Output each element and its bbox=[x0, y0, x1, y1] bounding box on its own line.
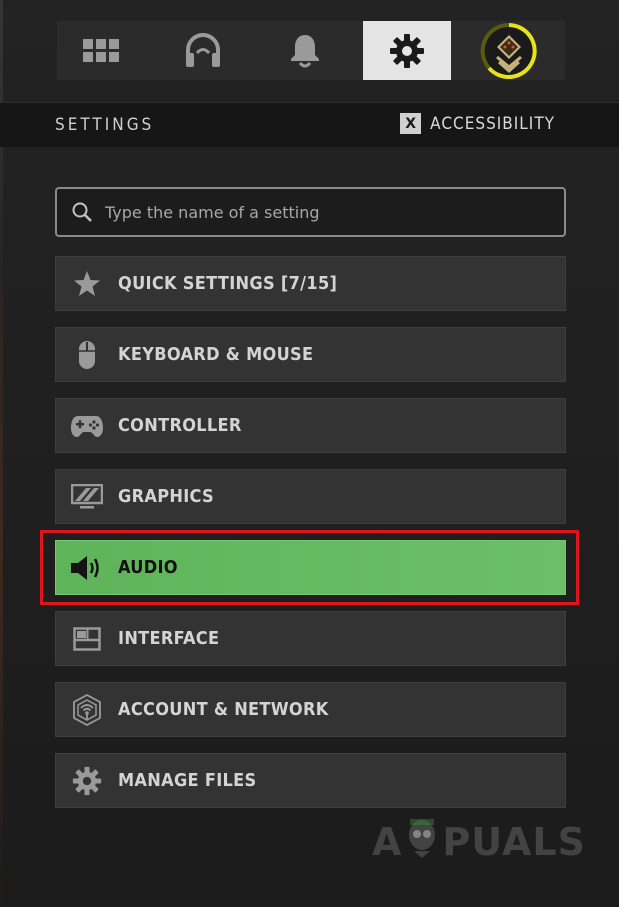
accessibility-label: ACCESSIBILITY bbox=[430, 113, 555, 134]
settings-header: SETTINGS X ACCESSIBILITY bbox=[0, 102, 619, 147]
menu-item-label: CONTROLLER bbox=[118, 415, 242, 436]
tab-settings[interactable] bbox=[363, 21, 451, 80]
page-title: SETTINGS bbox=[55, 115, 155, 135]
gamepad-icon bbox=[56, 414, 118, 438]
rank-badge-icon bbox=[480, 22, 537, 79]
gear-icon bbox=[56, 766, 118, 796]
mouse-icon bbox=[56, 340, 118, 370]
mascot-icon bbox=[404, 815, 440, 868]
search-icon bbox=[71, 201, 93, 223]
star-icon bbox=[56, 270, 118, 298]
watermark-text-right: PUALS bbox=[442, 819, 586, 864]
menu-item-keyboard-mouse[interactable]: KEYBOARD & MOUSE bbox=[55, 327, 566, 382]
settings-screen: SETTINGS X ACCESSIBILITY QUICK SETTINGS … bbox=[0, 0, 619, 907]
watermark-text-left: A bbox=[372, 819, 403, 864]
menu-item-account-network[interactable]: ACCOUNT & NETWORK bbox=[55, 682, 566, 737]
menu-item-manage-files[interactable]: MANAGE FILES bbox=[55, 753, 566, 808]
key-x-icon: X bbox=[400, 113, 422, 134]
network-icon bbox=[56, 693, 118, 726]
menu-item-label: ACCOUNT & NETWORK bbox=[118, 699, 329, 720]
tab-menu-grid[interactable] bbox=[57, 21, 145, 80]
tab-profile-rank[interactable] bbox=[465, 21, 553, 80]
menu-item-interface[interactable]: INTERFACE bbox=[55, 611, 566, 666]
menu-item-label: QUICK SETTINGS [7/15] bbox=[118, 273, 338, 294]
headset-icon bbox=[186, 32, 220, 67]
top-navigation-bar bbox=[57, 21, 565, 80]
audio-highlight-annotation bbox=[40, 530, 579, 605]
settings-search[interactable] bbox=[55, 187, 566, 237]
menu-item-label: GRAPHICS bbox=[118, 486, 215, 507]
tab-notifications[interactable] bbox=[261, 21, 349, 80]
menu-item-graphics[interactable]: GRAPHICS bbox=[55, 469, 566, 524]
accessibility-shortcut[interactable]: X ACCESSIBILITY bbox=[400, 113, 555, 134]
monitor-icon bbox=[56, 483, 118, 510]
bell-icon bbox=[291, 34, 319, 67]
gear-icon bbox=[390, 33, 424, 68]
menu-item-label: MANAGE FILES bbox=[118, 770, 257, 791]
layout-icon bbox=[56, 626, 118, 651]
tab-social[interactable] bbox=[159, 21, 247, 80]
grid-icon bbox=[83, 38, 119, 62]
menu-item-quick-settings[interactable]: QUICK SETTINGS [7/15] bbox=[55, 256, 566, 311]
menu-item-label: INTERFACE bbox=[118, 628, 220, 649]
search-input[interactable] bbox=[103, 201, 527, 223]
menu-item-controller[interactable]: CONTROLLER bbox=[55, 398, 566, 453]
watermark-logo: A PUALS bbox=[372, 815, 586, 868]
menu-item-label: KEYBOARD & MOUSE bbox=[118, 344, 314, 365]
